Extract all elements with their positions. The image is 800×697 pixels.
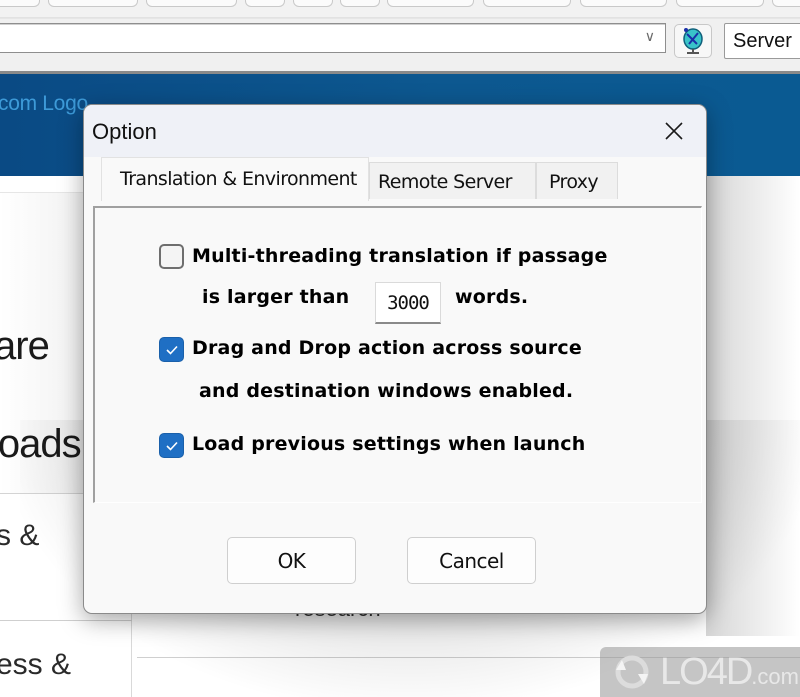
globe-satellite-icon bbox=[683, 28, 703, 54]
tab-strip: Translation & Environment Remote Server … bbox=[84, 157, 706, 201]
tab-proxy[interactable]: Proxy bbox=[536, 162, 618, 199]
browser-tab[interactable] bbox=[387, 0, 474, 7]
left-nav-heading: loads bbox=[0, 422, 82, 466]
browser-tab[interactable] bbox=[340, 0, 380, 7]
tab-remote-server[interactable]: Remote Server bbox=[369, 162, 536, 199]
left-nav-link[interactable]: s & bbox=[0, 519, 39, 553]
browser-tab[interactable] bbox=[676, 0, 764, 7]
divider bbox=[0, 620, 132, 621]
app-toolbar: ∨ Server bbox=[0, 18, 800, 73]
lo4d-watermark: LO4D.com bbox=[600, 647, 800, 697]
multithreading-label-suffix: words. bbox=[455, 286, 529, 308]
drag-drop-label: Drag and Drop action across source bbox=[192, 337, 582, 359]
browser-tab[interactable] bbox=[580, 0, 667, 7]
cancel-button[interactable]: Cancel bbox=[407, 537, 536, 584]
browser-tab[interactable] bbox=[48, 0, 138, 7]
browser-tab[interactable] bbox=[293, 0, 333, 7]
left-nav-heading: are bbox=[0, 324, 50, 368]
site-logo[interactable]: com Logo bbox=[0, 92, 88, 116]
browser-tab[interactable] bbox=[245, 0, 285, 7]
browser-tab[interactable] bbox=[772, 0, 800, 7]
drag-drop-label-line-2: and destination windows enabled. bbox=[199, 380, 574, 402]
load-previous-label: Load previous settings when launch bbox=[192, 433, 586, 455]
ok-button[interactable]: OK bbox=[227, 537, 356, 584]
server-field[interactable]: Server bbox=[724, 23, 800, 59]
browser-tab[interactable] bbox=[146, 0, 237, 7]
close-button[interactable] bbox=[654, 113, 694, 149]
checkmark-icon bbox=[165, 345, 178, 355]
watermark-text: LO4D.com bbox=[660, 651, 799, 694]
browser-tab[interactable] bbox=[0, 0, 40, 7]
close-icon bbox=[665, 122, 683, 140]
browser-tab-strip bbox=[0, 0, 800, 18]
word-threshold-input[interactable]: 3000 bbox=[375, 282, 441, 324]
multithreading-label: Multi-threading translation if passage bbox=[192, 245, 608, 267]
multithreading-checkbox[interactable] bbox=[159, 244, 184, 269]
dialog-title: Option bbox=[92, 119, 157, 144]
drag-drop-checkbox[interactable] bbox=[159, 337, 184, 362]
watermark-brand: LO4D bbox=[660, 650, 753, 693]
browser-tab[interactable] bbox=[483, 0, 571, 7]
chevron-down-icon[interactable]: ∨ bbox=[645, 29, 655, 45]
dialog-titlebar[interactable]: Option bbox=[84, 105, 706, 157]
address-combo[interactable]: ∨ bbox=[0, 23, 666, 53]
multithreading-label-prefix: is larger than bbox=[202, 286, 350, 308]
globe-satellite-button[interactable] bbox=[674, 24, 712, 58]
tab-translation-environment[interactable]: Translation & Environment bbox=[101, 157, 369, 201]
left-nav-link[interactable]: ess & bbox=[0, 648, 71, 682]
lo4d-logo-icon bbox=[615, 655, 649, 689]
option-dialog: Option Translation & Environment Remote … bbox=[83, 104, 707, 614]
checkmark-icon bbox=[165, 441, 178, 451]
load-previous-checkbox[interactable] bbox=[159, 433, 184, 458]
watermark-suffix: .com bbox=[751, 663, 799, 689]
